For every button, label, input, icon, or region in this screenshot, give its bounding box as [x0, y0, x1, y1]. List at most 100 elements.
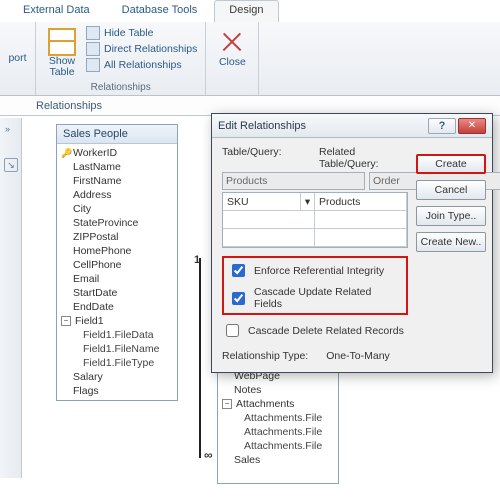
cascade-update-label: Cascade Update Related Fields: [254, 286, 402, 310]
grid-cell-right[interactable]: Products: [315, 193, 407, 211]
dropdown-arrow-icon[interactable]: ▾: [300, 193, 314, 210]
show-table-button[interactable]: Show Table: [44, 26, 80, 80]
field-row[interactable]: Attachments.File: [218, 439, 338, 453]
collapse-icon[interactable]: −: [61, 316, 71, 326]
field-row[interactable]: Email: [57, 272, 177, 286]
grid-cell-left[interactable]: [223, 211, 315, 229]
field-label: HomePhone: [73, 245, 131, 257]
dialog-help-button[interactable]: ?: [428, 118, 456, 134]
field-row[interactable]: Field1.FileData: [57, 328, 177, 342]
collapse-icon[interactable]: −: [222, 399, 232, 409]
direct-rel-label: Direct Relationships: [104, 43, 197, 55]
field-row[interactable]: City: [57, 202, 177, 216]
field-label: Flags: [73, 385, 99, 397]
field-row[interactable]: Salary: [57, 370, 177, 384]
field-label: Field1: [75, 315, 104, 327]
enforce-integrity-checkbox[interactable]: [232, 264, 245, 277]
ribbon-group-relationships-label: Relationships: [44, 82, 197, 93]
grid-cell-left[interactable]: [223, 229, 315, 247]
cascade-delete-checkbox[interactable]: [226, 324, 239, 337]
field-row[interactable]: StartDate: [57, 286, 177, 300]
field-row[interactable]: StateProvince: [57, 216, 177, 230]
connector-one-label: 1: [194, 254, 200, 266]
field-label: ZIPPostal: [73, 231, 119, 243]
tab-database-tools[interactable]: Database Tools: [107, 0, 213, 22]
grid-cell-right[interactable]: [315, 211, 407, 229]
field-label: LastName: [73, 161, 121, 173]
grid-cell-label: Products: [319, 196, 360, 208]
dialog-close-button[interactable]: ✕: [458, 118, 486, 134]
field-label: Sales: [234, 454, 260, 466]
direct-relationships-button[interactable]: Direct Relationships: [86, 42, 197, 56]
entity-sales-people[interactable]: Sales People 🔑WorkerID LastName FirstNam…: [56, 124, 178, 401]
all-rel-label: All Relationships: [104, 59, 182, 71]
field-row[interactable]: HomePhone: [57, 244, 177, 258]
field-row[interactable]: Flags: [57, 384, 177, 398]
all-relationships-button[interactable]: All Relationships: [86, 58, 197, 72]
question-icon: ?: [439, 120, 446, 132]
field-label: Salary: [73, 371, 103, 383]
field-row[interactable]: Address: [57, 188, 177, 202]
edit-relationships-dialog: Edit Relationships ? ✕ Table/Query: Rela…: [211, 113, 493, 373]
relationship-connector: [199, 258, 201, 458]
field-mapping-grid[interactable]: SKU ▾ Products: [222, 192, 408, 248]
field-row[interactable]: Attachments.File: [218, 411, 338, 425]
field-label: CellPhone: [73, 259, 121, 271]
close-icon: [218, 28, 246, 56]
all-rel-icon: [86, 58, 100, 72]
field-label: Email: [73, 273, 99, 285]
dialog-titlebar[interactable]: Edit Relationships ? ✕: [212, 114, 492, 138]
grid-cell-label: SKU: [227, 196, 249, 208]
field-row[interactable]: 🔑WorkerID: [57, 146, 177, 160]
table-query-select[interactable]: [222, 172, 365, 190]
close-label: Close: [219, 56, 246, 68]
relationship-type-value: One-To-Many: [326, 350, 390, 362]
grid-cell-left[interactable]: SKU ▾: [223, 193, 315, 211]
field-row[interactable]: Field1.FileName: [57, 342, 177, 356]
field-row[interactable]: Field1.FileType: [57, 356, 177, 370]
field-label: Address: [73, 189, 112, 201]
field-row[interactable]: Sales: [218, 453, 338, 467]
field-row[interactable]: CellPhone: [57, 258, 177, 272]
field-row[interactable]: Attachments.File: [218, 425, 338, 439]
show-table-label: Show Table: [49, 56, 75, 78]
field-label: [234, 468, 237, 480]
tab-external-data[interactable]: External Data: [8, 0, 105, 22]
field-label: EndDate: [73, 301, 114, 313]
field-row: [218, 467, 338, 481]
create-button[interactable]: Create: [416, 154, 486, 174]
field-group-row[interactable]: −Field1: [57, 314, 177, 328]
field-row[interactable]: LastName: [57, 160, 177, 174]
field-row[interactable]: ZIPPostal: [57, 230, 177, 244]
field-row[interactable]: Notes: [218, 383, 338, 397]
close-button[interactable]: Close: [214, 26, 250, 70]
enforce-integrity-label: Enforce Referential Integrity: [254, 265, 384, 277]
join-type-button[interactable]: Join Type..: [416, 206, 486, 226]
cancel-button[interactable]: Cancel: [416, 180, 486, 200]
chevron-right-icon: »: [5, 124, 8, 134]
field-label: Attachments: [236, 398, 294, 410]
nav-pane-collapsed[interactable]: » ↘: [0, 118, 22, 478]
tab-design[interactable]: Design: [214, 0, 278, 22]
create-new-button[interactable]: Create New..: [416, 232, 486, 252]
close-x-icon: ✕: [468, 120, 476, 131]
table-icon: [48, 28, 76, 56]
field-row[interactable]: FirstName: [57, 174, 177, 188]
hide-table-icon: [86, 26, 100, 40]
field-row[interactable]: EndDate: [57, 300, 177, 314]
field-label: StartDate: [73, 287, 117, 299]
cascade-update-checkbox[interactable]: [232, 292, 245, 305]
hide-table-button[interactable]: Hide Table: [86, 26, 197, 40]
hide-table-label: Hide Table: [104, 27, 153, 39]
field-label: FirstName: [73, 175, 121, 187]
relationship-type-label: Relationship Type:: [222, 350, 308, 362]
connector-many-label: ∞: [204, 448, 213, 462]
grid-cell-right[interactable]: [315, 229, 407, 247]
direct-rel-icon: [86, 42, 100, 56]
related-table-query-label: Related Table/Query:: [319, 146, 408, 170]
nav-object-icon[interactable]: ↘: [4, 158, 18, 172]
primary-key-icon: 🔑: [61, 148, 73, 159]
ribbon-port-label: port: [8, 52, 26, 64]
table-query-label: Table/Query:: [222, 146, 311, 170]
field-group-row[interactable]: −Attachments: [218, 397, 338, 411]
